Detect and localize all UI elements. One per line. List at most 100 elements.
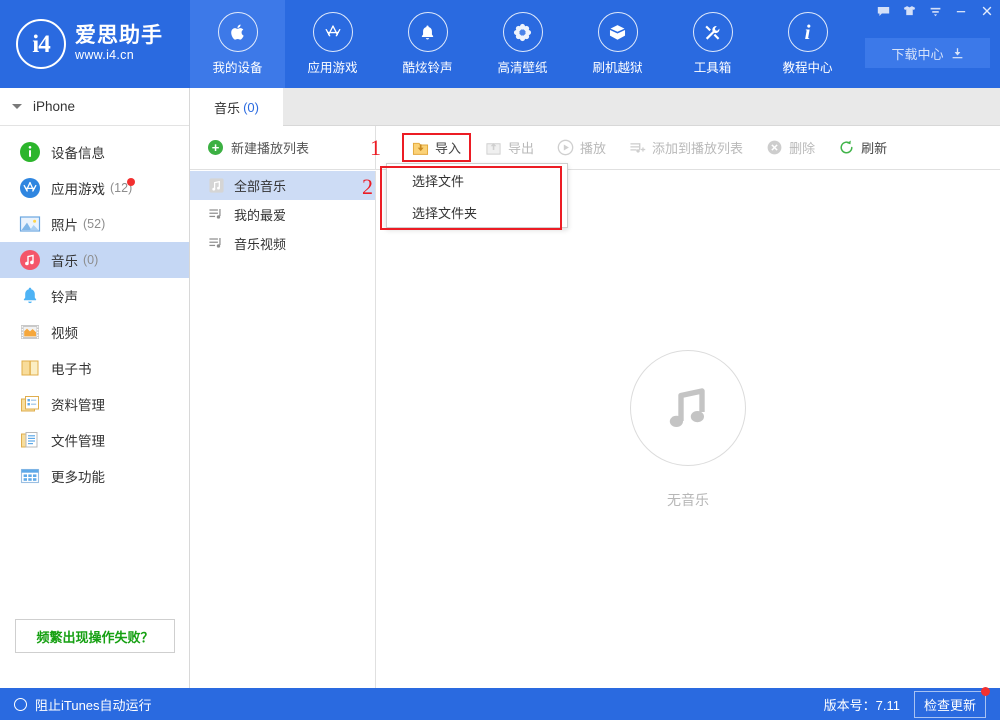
sidebar-item-apps-games[interactable]: 应用游戏 (12) bbox=[0, 170, 189, 206]
import-button[interactable]: 导入 bbox=[402, 133, 471, 162]
sidebar-item-device-info[interactable]: 设备信息 bbox=[0, 134, 189, 170]
skin-icon[interactable] bbox=[896, 0, 922, 22]
export-button[interactable]: 导出 bbox=[476, 134, 543, 161]
book-icon bbox=[19, 357, 41, 379]
top-bar: i4 爱思助手 www.i4.cn 我的设备 bbox=[0, 0, 1000, 88]
device-selector[interactable]: iPhone bbox=[0, 88, 189, 126]
block-itunes-label: 阻止iTunes自动运行 bbox=[35, 695, 152, 714]
dropdown-item-select-folder[interactable]: 选择文件夹 bbox=[387, 196, 567, 228]
info-green-icon bbox=[19, 141, 41, 163]
playlist-item-label: 全部音乐 bbox=[234, 176, 286, 195]
music-pink-icon bbox=[19, 249, 41, 271]
content-area: 音乐 (0) + 新建播放列表 1 bbox=[190, 88, 1000, 688]
sidebar-list: 设备信息 应用游戏 (12) bbox=[0, 126, 189, 494]
nav-item-wallpapers[interactable]: 高清壁纸 bbox=[475, 0, 570, 88]
film-icon bbox=[19, 321, 41, 343]
feedback-icon[interactable] bbox=[870, 0, 896, 22]
bell-icon bbox=[408, 12, 448, 52]
play-icon bbox=[557, 139, 574, 156]
nav-item-flash-jailbreak[interactable]: 刷机越狱 bbox=[570, 0, 665, 88]
sidebar-item-ringtones[interactable]: 铃声 bbox=[0, 278, 189, 314]
playlist-item-music-videos[interactable]: 音乐视频 bbox=[190, 229, 375, 258]
sidebar-item-more-features[interactable]: 更多功能 bbox=[0, 458, 189, 494]
nav-label: 高清壁纸 bbox=[497, 57, 547, 76]
status-right: 版本号：7.11 检查更新 bbox=[824, 691, 1000, 718]
minimize-icon[interactable] bbox=[948, 0, 974, 22]
nav-item-apps-games[interactable]: 应用游戏 bbox=[285, 0, 380, 88]
playlist-item-label: 音乐视频 bbox=[234, 234, 286, 253]
play-label: 播放 bbox=[580, 138, 606, 157]
nav-item-tutorial-center[interactable]: i 教程中心 bbox=[760, 0, 855, 88]
sidebar-item-label: 资料管理 bbox=[51, 394, 105, 414]
check-update-label: 检查更新 bbox=[924, 698, 976, 713]
sidebar-item-music[interactable]: 音乐 (0) bbox=[0, 242, 189, 278]
menu-icon[interactable] bbox=[922, 0, 948, 22]
help-failure-button[interactable]: 频繁出现操作失败？ bbox=[15, 619, 175, 653]
play-button[interactable]: 播放 bbox=[548, 134, 615, 161]
toolbar-actions: 1 导入 bbox=[376, 133, 901, 162]
refresh-button[interactable]: 刷新 bbox=[829, 134, 896, 161]
playlist-icon bbox=[208, 235, 225, 252]
add-to-playlist-label: 添加到播放列表 bbox=[652, 138, 743, 157]
sidebar-item-label: 照片 bbox=[51, 214, 78, 234]
nav-item-ringtones[interactable]: 酷炫铃声 bbox=[380, 0, 475, 88]
playlist-icon bbox=[208, 206, 225, 223]
new-playlist-button[interactable]: + 新建播放列表 bbox=[190, 126, 376, 170]
sidebar-item-ebooks[interactable]: 电子书 bbox=[0, 350, 189, 386]
playlist-item-all-music[interactable]: 全部音乐 2 bbox=[190, 171, 375, 200]
block-itunes-toggle[interactable]: 阻止iTunes自动运行 bbox=[0, 695, 152, 714]
tab-strip: 音乐 (0) bbox=[190, 88, 1000, 126]
data-folder-icon bbox=[19, 393, 41, 415]
new-playlist-label: 新建播放列表 bbox=[231, 138, 309, 157]
addlist-icon bbox=[629, 140, 646, 156]
version-label: 版本号：7.11 bbox=[824, 695, 900, 714]
export-icon bbox=[485, 140, 502, 156]
top-nav: 我的设备 应用游戏 bbox=[190, 0, 855, 88]
brand-name: 爱思助手 bbox=[75, 24, 163, 47]
import-label: 导入 bbox=[435, 138, 461, 157]
sidebar-item-count: (52) bbox=[83, 217, 105, 231]
export-label: 导出 bbox=[508, 138, 534, 157]
flower-icon bbox=[503, 12, 543, 52]
download-icon bbox=[951, 47, 964, 60]
notification-badge bbox=[127, 178, 135, 186]
sidebar-item-label: 设备信息 bbox=[51, 142, 105, 162]
window-controls bbox=[870, 0, 1000, 22]
nav-label: 刷机越狱 bbox=[592, 57, 642, 76]
logo-mark-icon: i4 bbox=[16, 19, 66, 69]
tab-count: (0) bbox=[243, 100, 259, 115]
delete-button[interactable]: 删除 bbox=[757, 134, 824, 161]
delete-label: 删除 bbox=[789, 138, 815, 157]
sidebar-item-label: 视频 bbox=[51, 322, 78, 342]
sidebar-item-label: 应用游戏 bbox=[51, 178, 105, 198]
brand-url: www.i4.cn bbox=[75, 47, 163, 63]
dropdown-item-select-file[interactable]: 选择文件 bbox=[387, 164, 567, 196]
sidebar-item-data-management[interactable]: 资料管理 bbox=[0, 386, 189, 422]
more-grid-icon bbox=[19, 465, 41, 487]
sidebar-item-photos[interactable]: 照片 (52) bbox=[0, 206, 189, 242]
close-icon[interactable] bbox=[974, 0, 1000, 22]
info-icon: i bbox=[788, 12, 828, 52]
nav-item-my-device[interactable]: 我的设备 bbox=[190, 0, 285, 88]
sidebar-item-label: 铃声 bbox=[51, 286, 78, 306]
app-window: i4 爱思助手 www.i4.cn 我的设备 bbox=[0, 0, 1000, 720]
playlist-item-favorites[interactable]: 我的最爱 bbox=[190, 200, 375, 229]
sidebar: iPhone 设备信息 bbox=[0, 88, 190, 688]
add-to-playlist-button[interactable]: 添加到播放列表 bbox=[620, 134, 752, 161]
sidebar-item-label: 电子书 bbox=[51, 358, 92, 378]
empty-state: 无音乐 bbox=[376, 171, 1000, 688]
import-icon bbox=[412, 140, 429, 156]
download-center-button[interactable]: 下载中心 bbox=[865, 38, 990, 68]
sidebar-item-file-management[interactable]: 文件管理 bbox=[0, 422, 189, 458]
nav-label: 工具箱 bbox=[694, 57, 732, 76]
empty-state-text: 无音乐 bbox=[667, 490, 709, 510]
check-update-button[interactable]: 检查更新 bbox=[914, 691, 986, 718]
nav-item-toolbox[interactable]: 工具箱 bbox=[665, 0, 760, 88]
sidebar-item-label: 音乐 bbox=[51, 250, 78, 270]
sidebar-item-videos[interactable]: 视频 bbox=[0, 314, 189, 350]
allmusic-icon bbox=[208, 177, 225, 194]
plus-circle-icon: + bbox=[208, 140, 223, 155]
sidebar-item-label: 更多功能 bbox=[51, 466, 105, 486]
tab-music[interactable]: 音乐 (0) bbox=[190, 88, 283, 126]
apple-icon bbox=[218, 12, 258, 52]
